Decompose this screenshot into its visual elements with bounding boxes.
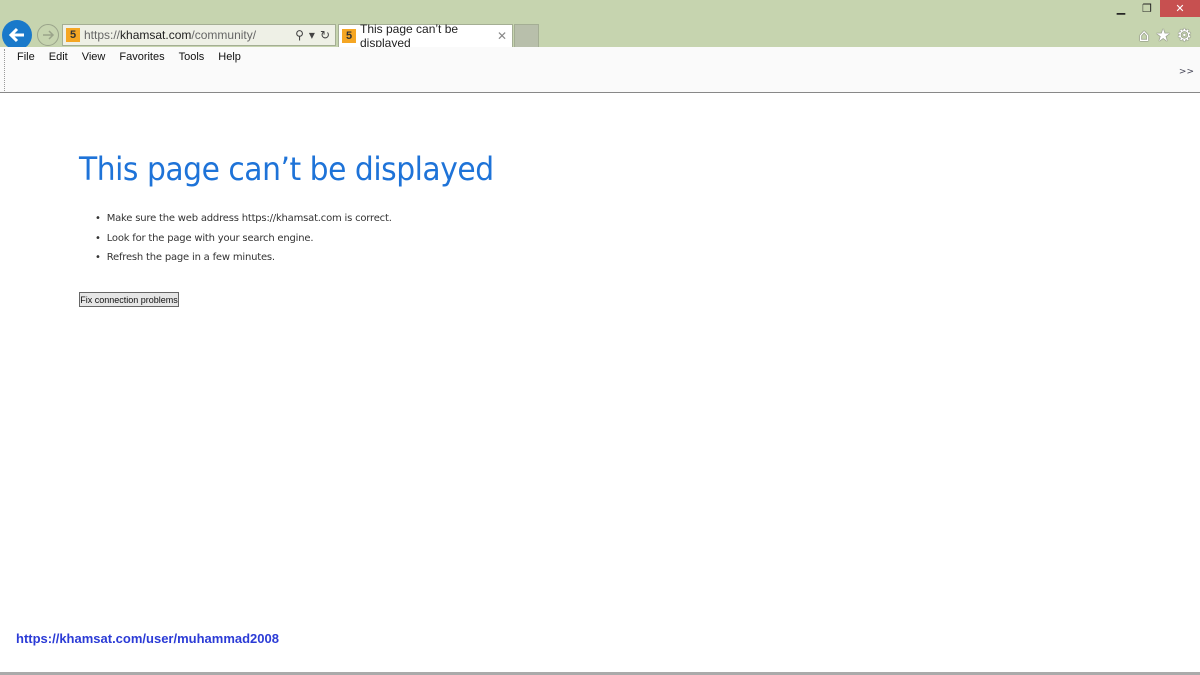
tips-list: Make sure the web address https://khamsa… <box>95 213 392 272</box>
chevron-double-right-icon[interactable]: >> <box>1179 67 1194 77</box>
title-bar: 5 https://khamsat.com/community/ ⚲ ▾ ↻ 5… <box>0 0 1200 50</box>
menu-help[interactable]: Help <box>218 51 241 63</box>
user-profile-link[interactable]: https://khamsat.com/user/muhammad2008 <box>16 631 279 646</box>
address-url[interactable]: https://khamsat.com/community/ <box>84 28 295 42</box>
site-favicon: 5 <box>342 29 356 43</box>
back-button[interactable] <box>2 20 32 50</box>
menu-edit[interactable]: Edit <box>49 51 68 63</box>
tab-title: This page can’t be displayed <box>360 22 459 50</box>
chevron-down-icon[interactable]: ▾ <box>309 28 315 42</box>
menu-bar: File Edit View Favorites Tools Help >> <box>0 47 1200 93</box>
site-favicon: 5 <box>66 28 80 42</box>
list-item: Refresh the page in a few minutes. <box>95 252 392 272</box>
list-item: Look for the page with your search engin… <box>95 233 392 253</box>
restore-button[interactable]: ❐ <box>1134 0 1160 17</box>
star-icon[interactable]: ★ <box>1156 26 1171 46</box>
home-icon[interactable]: ⌂ <box>1139 26 1150 46</box>
search-icon[interactable]: ⚲ <box>295 28 304 42</box>
new-tab-button[interactable] <box>514 24 539 47</box>
close-tab-icon[interactable]: ✕ <box>497 29 507 43</box>
minimize-button[interactable]: ▁ <box>1108 0 1134 17</box>
arrow-left-icon <box>8 27 24 43</box>
menu-view[interactable]: View <box>82 51 106 63</box>
page-content: This page can’t be displayed Make sure t… <box>0 93 1200 673</box>
menu-favorites[interactable]: Favorites <box>119 51 164 63</box>
gear-icon[interactable]: ⚙ <box>1177 26 1192 46</box>
arrow-right-icon <box>43 30 55 40</box>
menu-file[interactable]: File <box>17 51 35 63</box>
menu-tools[interactable]: Tools <box>179 51 205 63</box>
address-bar[interactable]: 5 https://khamsat.com/community/ ⚲ ▾ ↻ <box>62 24 336 46</box>
refresh-icon[interactable]: ↻ <box>320 28 330 42</box>
forward-button[interactable] <box>37 24 59 46</box>
close-window-button[interactable]: ✕ <box>1160 0 1200 17</box>
tab-active[interactable]: 5 This page can’t be displayed ✕ <box>338 22 513 50</box>
fix-connection-button[interactable]: Fix connection problems <box>79 292 179 307</box>
page-title: This page can’t be displayed <box>79 150 494 188</box>
list-item: Make sure the web address https://khamsa… <box>95 213 392 233</box>
toolbar-grip[interactable] <box>4 49 5 91</box>
